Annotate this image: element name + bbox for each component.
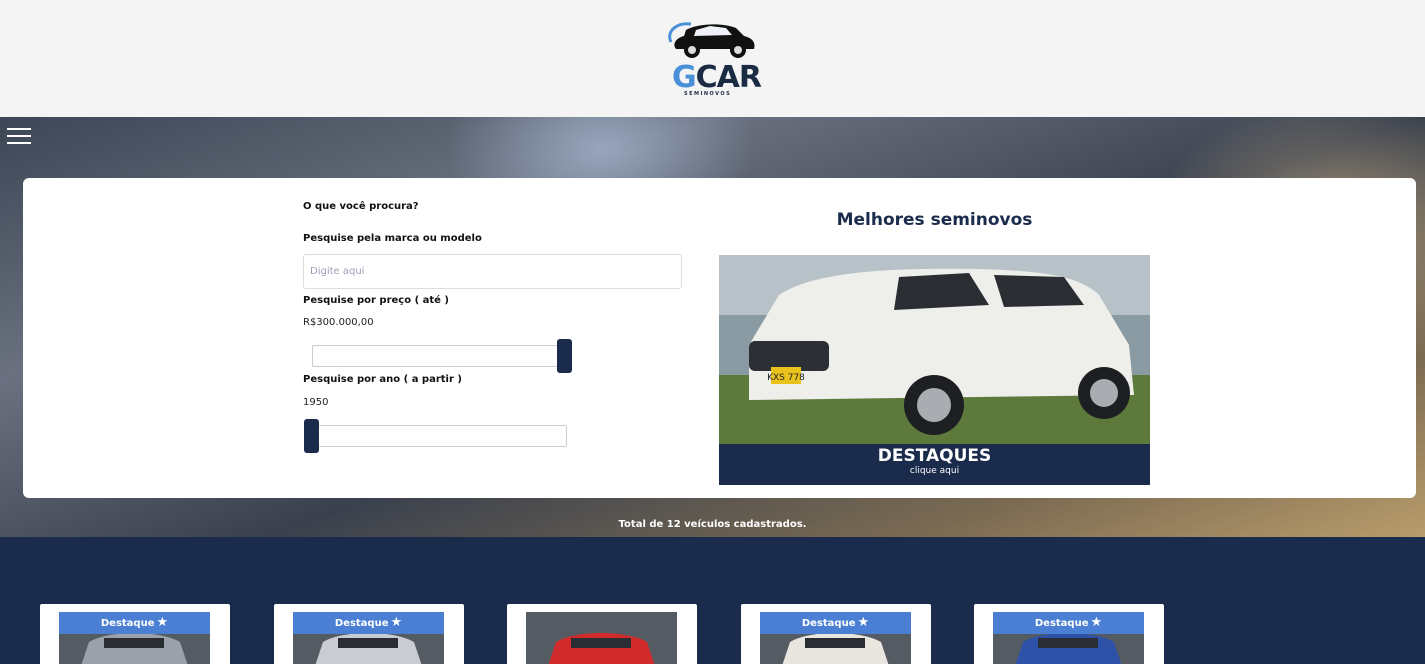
vehicle-card[interactable]: Destaque ★ xyxy=(40,604,230,664)
price-slider-thumb[interactable] xyxy=(557,339,572,373)
year-filter-value: 1950 xyxy=(303,397,329,408)
vehicle-card[interactable]: Destaque ★ xyxy=(274,604,464,664)
star-icon: ★ xyxy=(1090,615,1103,630)
price-filter-value: R$300.000,00 xyxy=(303,317,374,328)
vehicle-card-image xyxy=(526,612,677,664)
price-slider-track[interactable] xyxy=(312,345,568,367)
hamburger-menu-icon[interactable] xyxy=(7,128,31,146)
vehicle-card[interactable]: Destaque ★ xyxy=(741,604,931,664)
year-slider-track[interactable] xyxy=(306,425,567,447)
featured-badge-label: Destaque xyxy=(100,618,155,629)
brand-search-input[interactable] xyxy=(303,254,682,289)
featured-banner-bar: DESTAQUES clique aqui xyxy=(719,444,1150,485)
star-icon: ★ xyxy=(857,615,870,630)
vehicle-card[interactable] xyxy=(507,604,697,664)
featured-section-title: Melhores seminovos xyxy=(836,210,1033,230)
featured-badge: Destaque ★ xyxy=(993,612,1144,634)
featured-badge: Destaque ★ xyxy=(59,612,210,634)
year-slider-thumb[interactable] xyxy=(304,419,319,453)
featured-badge-label: Destaque xyxy=(334,618,389,629)
star-icon: ★ xyxy=(390,615,403,630)
site-logo[interactable]: GCAR SEMINOVOS xyxy=(666,22,770,102)
site-header: GCAR SEMINOVOS xyxy=(0,0,1425,117)
star-icon: ★ xyxy=(156,615,169,630)
featured-car-image: KXS 778 xyxy=(719,255,1150,444)
featured-badge-label: Destaque xyxy=(1034,618,1089,629)
vehicle-card[interactable]: Destaque ★ xyxy=(974,604,1164,664)
featured-badge: Destaque ★ xyxy=(293,612,444,634)
featured-badge: Destaque ★ xyxy=(760,612,911,634)
logo-wordmark: GCAR xyxy=(672,60,762,95)
brand-search-label: Pesquise pela marca ou modelo xyxy=(303,233,482,244)
featured-banner-title: DESTAQUES xyxy=(877,446,992,466)
year-filter-label: Pesquise por ano ( a partir ) xyxy=(303,374,462,385)
vehicle-total-text: Total de 12 veículos cadastrados. xyxy=(618,519,807,530)
featured-badge-label: Destaque xyxy=(801,618,856,629)
license-plate-text: KXS 778 xyxy=(767,373,805,383)
price-filter-label: Pesquise por preço ( até ) xyxy=(303,295,449,306)
search-question: O que você procura? xyxy=(303,201,419,212)
featured-banner[interactable]: KXS 778 DESTAQUES clique aqui xyxy=(719,255,1150,485)
logo-subtitle: SEMINOVOS xyxy=(684,91,732,97)
featured-banner-link[interactable]: clique aqui xyxy=(719,466,1150,476)
